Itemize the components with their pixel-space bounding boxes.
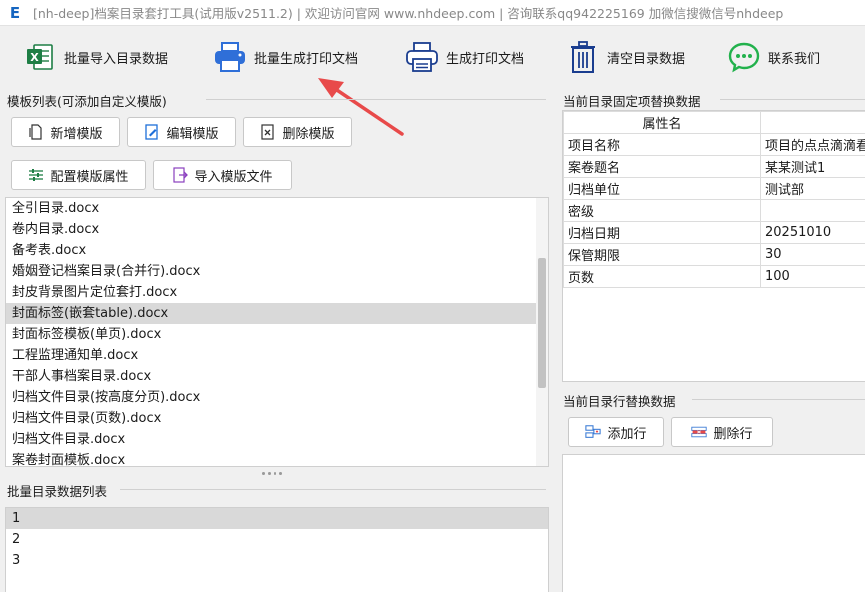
excel-icon: X <box>22 39 58 75</box>
toolbar: X 批量导入目录数据 批量生成打印文档 生成打印文档 清空目录数据 联系我们 <box>0 26 865 88</box>
add-row-button[interactable]: 添加行 <box>568 417 664 447</box>
table-row[interactable]: 保管期限 30 <box>563 243 865 266</box>
import-file-icon <box>172 167 189 183</box>
attr-value-cell[interactable]: 测试部 <box>760 177 865 200</box>
import-template-file-label: 导入模版文件 <box>194 169 273 185</box>
header-attr-name: 属性名 <box>563 111 761 134</box>
edit-template-button[interactable]: 编辑模版 <box>127 117 236 147</box>
list-item[interactable]: 案卷封面模板.docx <box>6 450 548 466</box>
batch-generate-print-label: 批量生成打印文档 <box>254 51 359 67</box>
clear-catalog-label: 清空目录数据 <box>607 51 686 67</box>
list-item[interactable]: 归档文件目录(页数).docx <box>6 408 548 429</box>
fixed-group-line <box>720 99 865 100</box>
list-item[interactable]: 干部人事档案目录.docx <box>6 366 548 387</box>
sliders-icon <box>28 167 44 183</box>
add-row-label: 添加行 <box>607 426 647 442</box>
fixed-panel-title: 当前目录固定项替换数据 <box>563 91 705 110</box>
attr-name-cell: 密级 <box>563 199 761 222</box>
clear-catalog-button[interactable]: 清空目录数据 <box>565 38 685 76</box>
batch-generate-print-button[interactable]: 批量生成打印文档 <box>212 38 358 76</box>
list-item[interactable]: 全引目录.docx <box>6 198 548 219</box>
contact-us-button[interactable]: 联系我们 <box>726 38 820 76</box>
add-row-icon <box>585 424 602 440</box>
delete-template-button[interactable]: 删除模版 <box>243 117 352 147</box>
printer-outline-icon <box>404 39 440 75</box>
table-row[interactable]: 归档日期 20251010 <box>563 221 865 244</box>
table-row[interactable]: 页数 100 <box>563 265 865 288</box>
import-catalog-button[interactable]: X 批量导入目录数据 <box>22 38 168 76</box>
title-bar: E [nh-deep]档案目录套打工具(试用版v2511.2) | 欢迎访问官网… <box>0 0 865 26</box>
svg-text:X: X <box>30 51 39 64</box>
list-item[interactable]: 备考表.docx <box>6 240 548 261</box>
window-title: [nh-deep]档案目录套打工具(试用版v2511.2) | 欢迎访问官网 w… <box>33 6 784 21</box>
fixed-data-grid[interactable]: 属性名 项目名称 项目的点点滴滴看 案卷题名 某某测试1 归档单位 测试部 密级 归档日期 20… <box>562 110 865 382</box>
edit-template-label: 编辑模版 <box>166 126 219 142</box>
template-list-scroll-thumb[interactable] <box>538 258 546 388</box>
template-list[interactable]: 全引目录.docx 卷内目录.docx 备考表.docx 婚姻登记档案目录(合并行).… <box>5 197 549 467</box>
row-data-grid[interactable] <box>562 454 865 592</box>
attr-value-cell[interactable]: 100 <box>760 265 865 288</box>
list-item[interactable]: 封面标签模板(单页).docx <box>6 324 548 345</box>
fixed-data-table: 属性名 项目名称 项目的点点滴滴看 案卷题名 某某测试1 归档单位 测试部 密级 归档日期 20… <box>563 111 865 288</box>
header-attr-value <box>760 111 865 134</box>
attr-name-cell: 项目名称 <box>563 133 761 156</box>
table-row[interactable]: 密级 <box>563 199 865 222</box>
config-template-attr-label: 配置模版属性 <box>50 169 129 185</box>
horizontal-splitter[interactable] <box>262 472 282 478</box>
template-list-scrollbar[interactable] <box>536 198 548 466</box>
table-header-row: 属性名 <box>563 111 865 134</box>
new-template-button[interactable]: 新增模版 <box>11 117 120 147</box>
list-item[interactable]: 卷内目录.docx <box>6 219 548 240</box>
delete-row-label: 删除行 <box>713 426 753 442</box>
list-item[interactable]: 2 <box>6 529 548 550</box>
delete-row-icon <box>691 424 708 440</box>
delete-template-label: 删除模版 <box>282 126 335 142</box>
delete-doc-icon <box>260 124 276 140</box>
trash-icon <box>565 39 601 75</box>
list-item[interactable]: 婚姻登记档案目录(合并行).docx <box>6 261 548 282</box>
batch-panel-title: 批量目录数据列表 <box>7 481 112 500</box>
list-item[interactable]: 归档文件目录.docx <box>6 429 548 450</box>
new-file-icon <box>28 124 44 140</box>
table-row[interactable]: 案卷题名 某某测试1 <box>563 155 865 178</box>
attr-name-cell: 归档单位 <box>563 177 761 200</box>
attr-name-cell: 归档日期 <box>563 221 761 244</box>
list-item[interactable]: 封皮背景图片定位套打.docx <box>6 282 548 303</box>
new-template-label: 新增模版 <box>50 126 103 142</box>
attr-name-cell: 页数 <box>563 265 761 288</box>
template-group-line <box>206 99 546 100</box>
attr-value-cell[interactable]: 项目的点点滴滴看 <box>760 133 865 156</box>
batch-group-line <box>120 489 546 490</box>
delete-row-button[interactable]: 删除行 <box>671 417 773 447</box>
table-row[interactable]: 项目名称 项目的点点滴滴看 <box>563 133 865 156</box>
attr-value-cell[interactable] <box>760 199 865 222</box>
import-template-file-button[interactable]: 导入模版文件 <box>153 160 292 190</box>
generate-print-label: 生成打印文档 <box>446 51 525 67</box>
app-logo-icon: E <box>9 3 21 22</box>
generate-print-button[interactable]: 生成打印文档 <box>404 38 524 76</box>
batch-data-list[interactable]: 123 <box>5 507 549 592</box>
list-item[interactable]: 工程监理通知单.docx <box>6 345 548 366</box>
chat-bubble-icon <box>726 39 762 75</box>
attr-name-cell: 保管期限 <box>563 243 761 266</box>
attr-value-cell[interactable]: 30 <box>760 243 865 266</box>
attr-name-cell: 案卷题名 <box>563 155 761 178</box>
list-item[interactable]: 归档文件目录(按高度分页).docx <box>6 387 548 408</box>
row-group-line <box>692 399 865 400</box>
list-item[interactable]: 3 <box>6 550 548 571</box>
list-item[interactable]: 1 <box>6 508 548 529</box>
row-panel-title: 当前目录行替换数据 <box>563 391 680 410</box>
template-panel-title: 模板列表(可添加自定义模版) <box>7 91 171 110</box>
printer-icon <box>212 39 248 75</box>
attr-value-cell[interactable]: 20251010 <box>760 221 865 244</box>
vertical-splitter[interactable] <box>552 88 556 592</box>
list-item[interactable]: 封面标签(嵌套table).docx <box>6 303 548 324</box>
contact-us-label: 联系我们 <box>768 51 821 67</box>
config-template-attr-button[interactable]: 配置模版属性 <box>11 160 146 190</box>
table-row[interactable]: 归档单位 测试部 <box>563 177 865 200</box>
import-catalog-label: 批量导入目录数据 <box>64 51 169 67</box>
attr-value-cell[interactable]: 某某测试1 <box>760 155 865 178</box>
edit-doc-icon <box>144 124 160 140</box>
